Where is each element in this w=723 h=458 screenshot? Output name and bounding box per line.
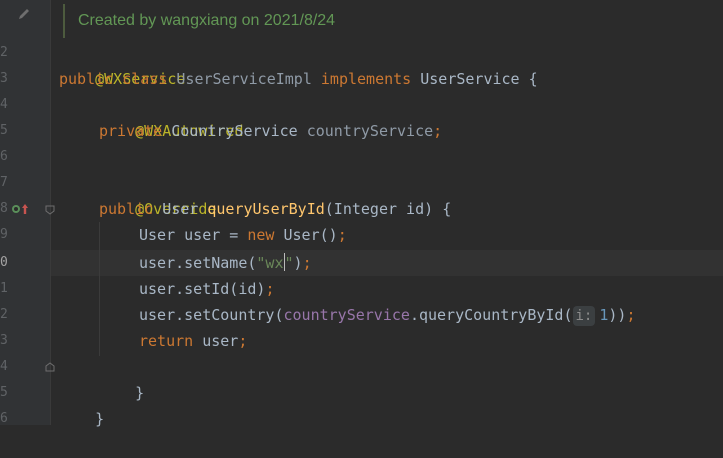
interface-name: UserService (420, 70, 520, 88)
hint-label: i: (575, 308, 593, 324)
keyword: private (99, 122, 163, 140)
brace: } (135, 384, 145, 402)
implements-method-icon[interactable] (10, 201, 34, 217)
method-name: queryUserById (207, 200, 325, 218)
line-number: 6 (0, 411, 8, 426)
line-number: 2 (0, 45, 8, 60)
line-number: 2 (0, 307, 8, 322)
line-number: 3 (0, 71, 8, 86)
code-text: )) (608, 306, 627, 324)
code-line: user.setId(id); (139, 276, 274, 302)
line-number: 0 (0, 255, 8, 270)
code-text: User user = (139, 226, 248, 244)
code-line: @WXAutowired (99, 92, 243, 140)
code-text: ) (293, 254, 303, 272)
class-name: UserServiceImpl (176, 70, 312, 88)
code-text: user (193, 332, 239, 350)
type-name: CountryService (171, 122, 298, 140)
keyword: new (247, 226, 275, 244)
code-text: .queryCountryById( (409, 306, 573, 324)
semicolon: ; (433, 122, 443, 140)
code-line: user.setCountry(countryService.queryCoun… (139, 302, 635, 328)
code-line-current[interactable]: user.setName("wx"); (139, 250, 312, 276)
semicolon: ; (626, 306, 636, 324)
code-line: @Override (99, 170, 216, 218)
field-name: countryService (306, 122, 434, 140)
semicolon: ; (337, 226, 347, 244)
line-number: 9 (0, 227, 8, 242)
doc-comment: Created by wangxiang on 2021/8/24 (78, 12, 336, 29)
code-line: User user = new User(); (139, 222, 347, 248)
code-line: return user; (139, 328, 247, 354)
line-number: 7 (0, 175, 8, 190)
code-line: } (99, 354, 144, 402)
keyword: public (99, 200, 154, 218)
pencil-icon[interactable] (16, 6, 32, 22)
fold-marker-icon[interactable] (45, 362, 55, 372)
keyword: class (122, 70, 168, 88)
code-editor[interactable]: 2 3 4 5 6 7 8 9 0 1 2 3 4 5 6 Created by… (0, 0, 723, 428)
line-number: 1 (0, 281, 8, 296)
line-number: 4 (0, 97, 8, 112)
code-text: user.setName( (139, 254, 257, 272)
line-number: 3 (0, 333, 8, 348)
line-number: 5 (0, 385, 8, 400)
type-name: User (162, 200, 199, 218)
keyword: public (59, 70, 114, 88)
string-literal: "wx (256, 254, 284, 272)
parameters: (Integer id) (324, 200, 434, 218)
parameter-hint: i: (572, 306, 596, 326)
keyword: return (139, 332, 194, 350)
string-literal: " (284, 254, 294, 272)
code-line: public class UserServiceImpl implements … (59, 66, 538, 92)
field-reference: countryService (283, 306, 410, 324)
fold-marker-icon[interactable] (45, 205, 55, 215)
keyword: implements (320, 70, 412, 88)
code-line: @WXService (59, 40, 185, 88)
brace: { (528, 70, 538, 88)
line-number: 8 (0, 201, 8, 216)
semicolon: ; (265, 280, 275, 298)
semicolon: ; (302, 254, 312, 272)
code-line: private CountryService countryService; (99, 118, 442, 144)
code-text: user.setCountry( (139, 306, 284, 324)
line-number: 6 (0, 149, 8, 164)
code-line: public User queryUserById(Integer id) { (99, 196, 451, 222)
semicolon: ; (238, 332, 248, 350)
brace: } (95, 410, 105, 428)
code-text: User() (283, 226, 338, 244)
code-text: user.setId(id) (139, 280, 266, 298)
line-number: 4 (0, 359, 8, 374)
brace: { (442, 200, 452, 218)
code-line: } (59, 380, 104, 428)
doc-comment-bar (63, 4, 65, 38)
line-number: 5 (0, 123, 8, 138)
